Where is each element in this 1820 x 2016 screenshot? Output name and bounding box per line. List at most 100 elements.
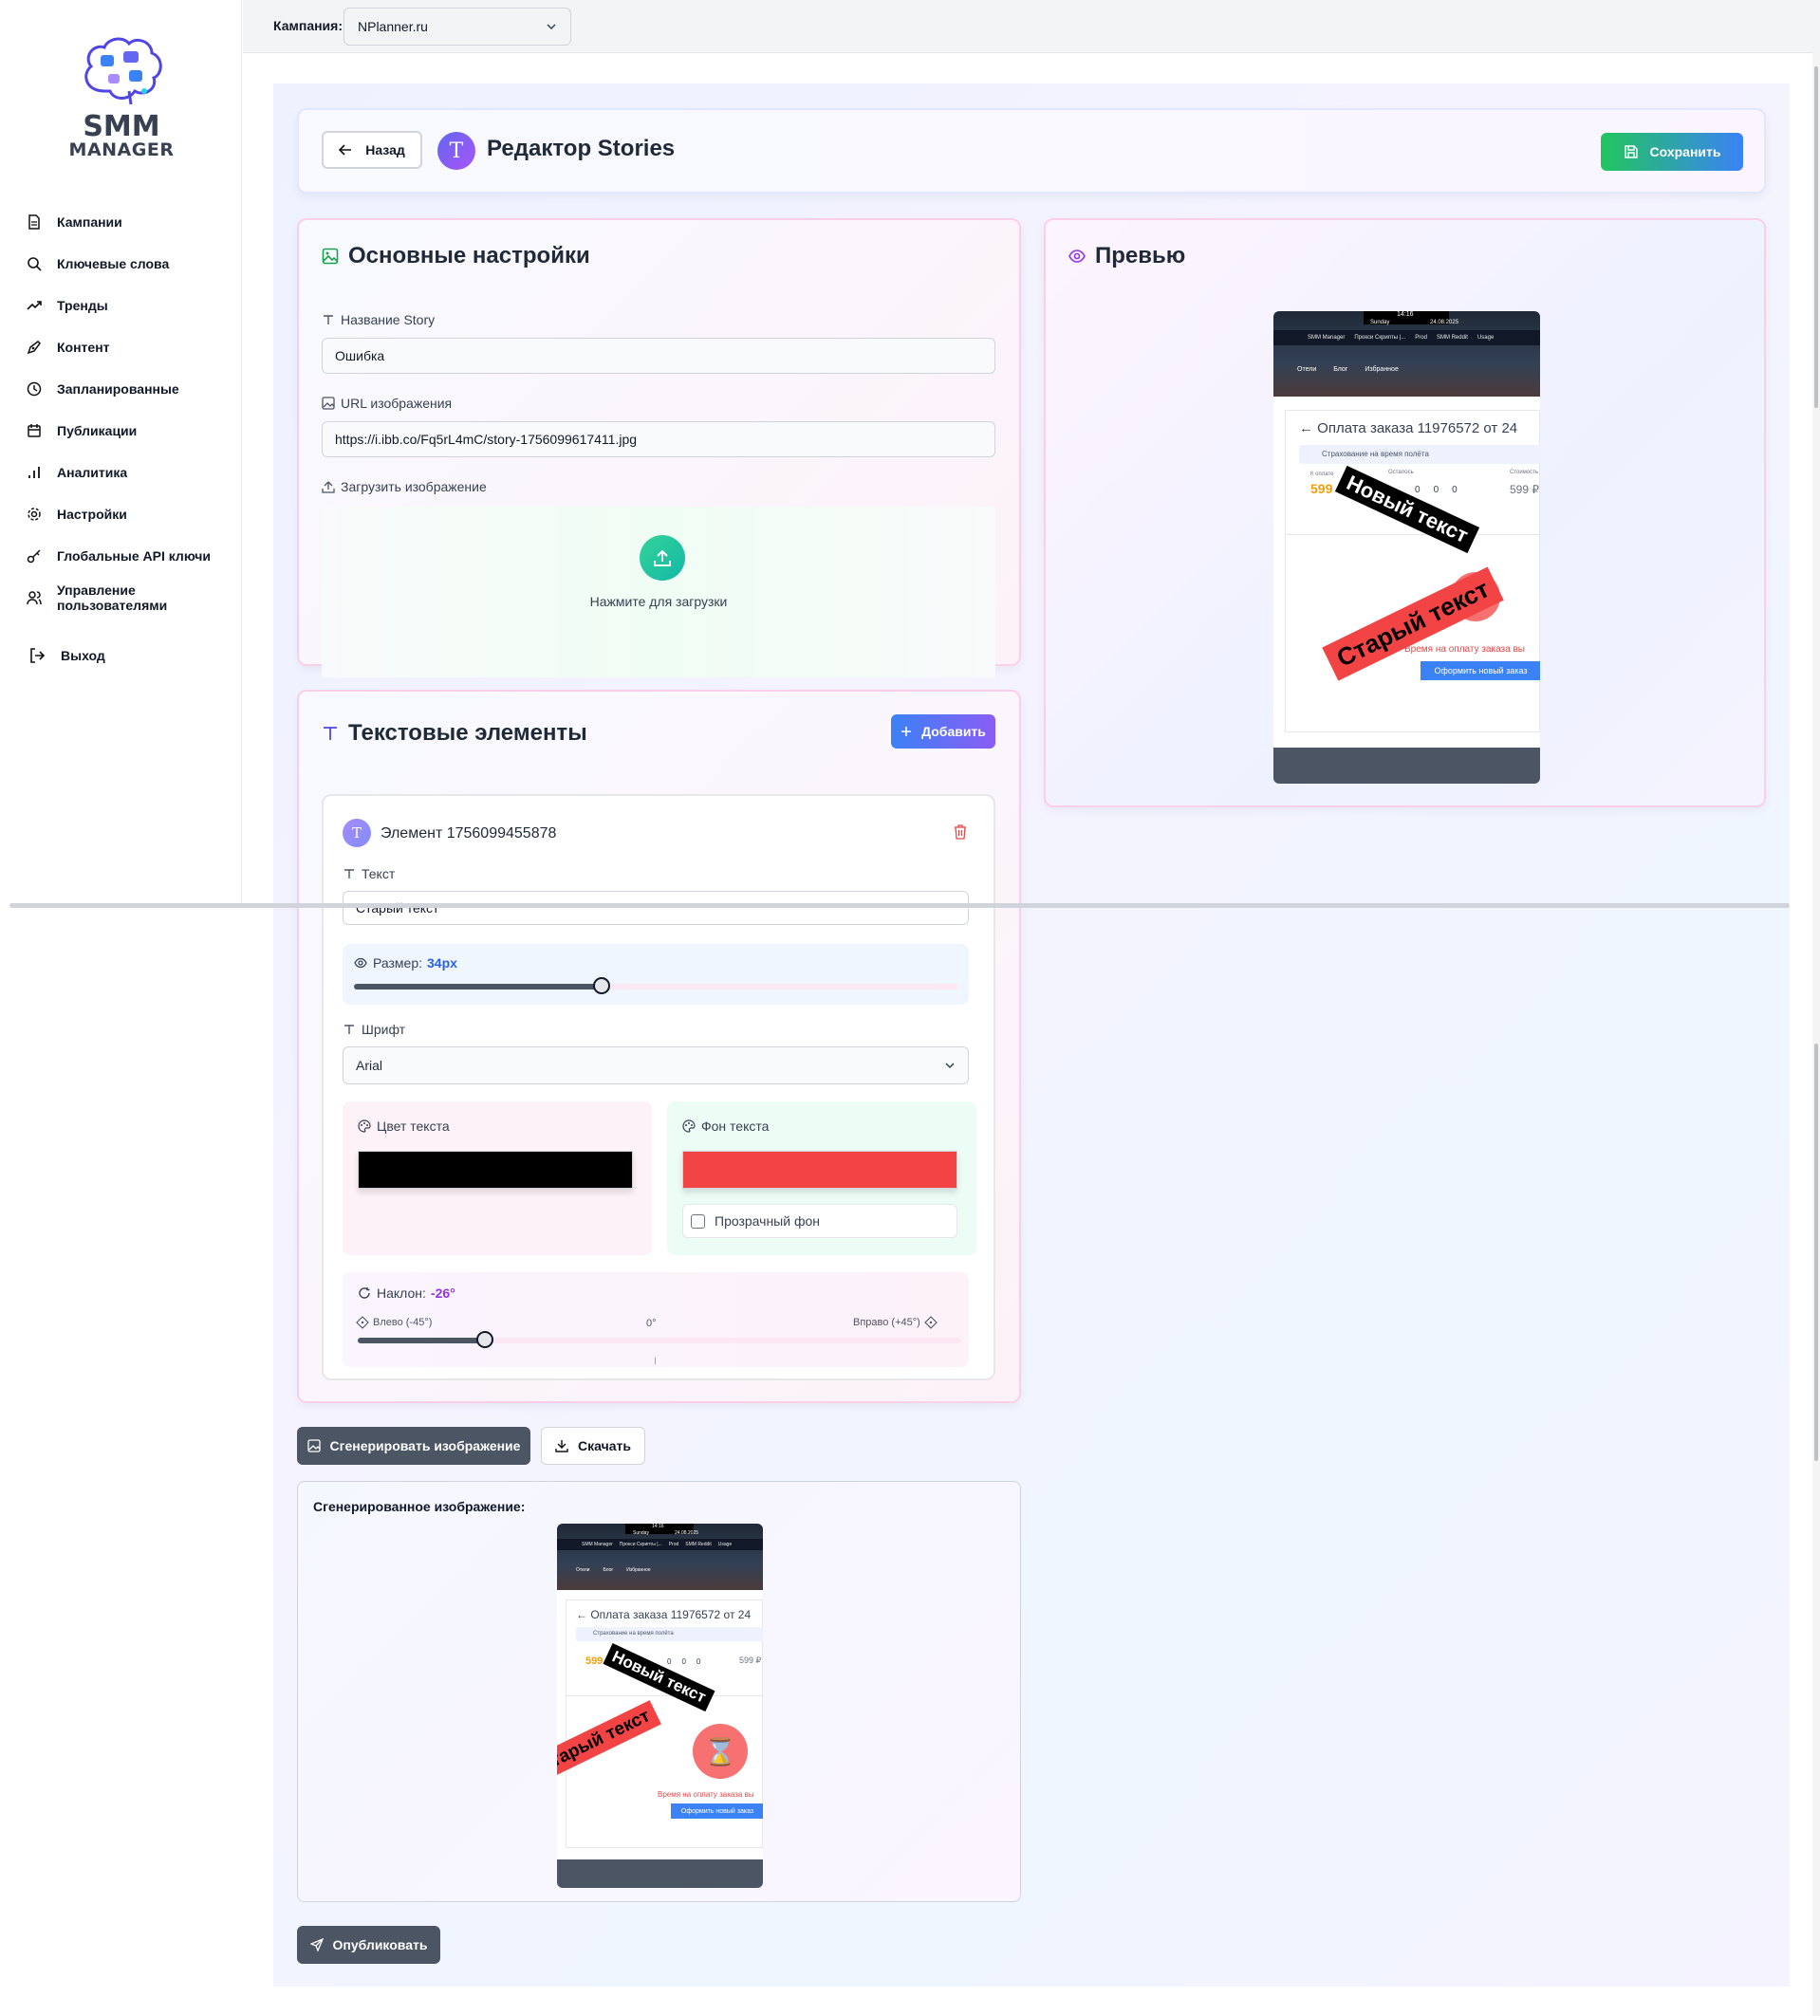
back-label: Назад (365, 142, 405, 157)
text-icon (324, 315, 333, 324)
tilt-right-label: Вправо (+45°) (853, 1317, 920, 1328)
arrow-left-icon (339, 144, 352, 156)
scrollbar-thumb[interactable] (1814, 1044, 1818, 1461)
font-select[interactable]: Arial (343, 1046, 969, 1084)
bg-color-picker[interactable] (682, 1151, 957, 1189)
basic-settings-title: Основные настройки (348, 243, 590, 268)
transparent-bg-checkbox[interactable] (691, 1213, 705, 1229)
diamond-icon (924, 1316, 938, 1329)
upload-icon (322, 481, 335, 493)
pay-value: 599 (585, 1655, 604, 1667)
chevron-down-icon (547, 24, 556, 30)
image-url-input[interactable]: https://i.ibb.co/Fq5rL4mC/story-17560996… (322, 421, 995, 457)
insurance-row: Страхование на время полёта (576, 1627, 763, 1641)
sidebar-item-content[interactable]: Контент (27, 326, 245, 368)
tilt-left-label: Влево (-45°) (373, 1317, 433, 1328)
generate-image-button[interactable]: Сгенерировать изображение (297, 1427, 530, 1465)
insurance-row: Страхование на время полёта (1299, 445, 1540, 464)
timeout-text: Время на оплату заказа вы (658, 1790, 754, 1799)
sidebar-item-label: Ключевые слова (57, 256, 170, 271)
upload-label-row: Загрузить изображение (322, 479, 487, 494)
image-url-label: URL изображения (341, 396, 453, 411)
pay-value: 599 (1310, 481, 1333, 496)
clock-icon (27, 381, 42, 397)
site-nav-item: Избранное (626, 1567, 651, 1573)
scrollbar-thumb[interactable] (1814, 66, 1818, 408)
order-title-text: Оплата заказа 11976572 от 24 (590, 1608, 752, 1621)
sidebar-item-settings[interactable]: Настройки (27, 493, 245, 535)
sidebar-item-users[interactable]: Управление пользователями (27, 577, 245, 619)
size-label: Размер: (373, 955, 423, 971)
pay-label: К оплате (1310, 472, 1334, 477)
sidebar-item-api-keys[interactable]: Глобальные API ключи (27, 535, 245, 577)
sidebar-item-analytics[interactable]: Аналитика (27, 452, 245, 493)
sidebar-item-trends[interactable]: Тренды (27, 285, 245, 326)
order-title-text: Оплата заказа 11976572 от 24 (1317, 420, 1518, 436)
rotate-icon (359, 1287, 370, 1299)
sidebar-nav: Кампании Ключевые слова Тренды Контент З… (27, 201, 245, 619)
order-title: ← Оплата заказа 11976572 от 24 (576, 1608, 752, 1621)
tilt-value: -26° (430, 1285, 455, 1301)
generate-image-label: Сгенерировать изображение (329, 1438, 521, 1453)
tilt-slider-thumb[interactable] (475, 1331, 493, 1348)
element-text-input[interactable]: Старый текст (343, 891, 969, 925)
image-icon (322, 248, 339, 265)
story-name-label: Название Story (341, 312, 436, 327)
element-title: Элемент 1756099455878 (381, 825, 557, 842)
upload-label: Загрузить изображение (341, 479, 487, 494)
sidebar-item-publications[interactable]: Публикации (27, 410, 245, 452)
browser-tabs: SMM Manager Прокси Скрипты |... Prod SMM… (557, 1539, 763, 1550)
bg-color-label: Фон текста (701, 1119, 770, 1134)
sidebar-item-keywords[interactable]: Ключевые слова (27, 243, 245, 285)
sidebar: SMM MANAGER Кампании Ключевые слова Трен… (0, 0, 242, 903)
tilt-left-label-row: Влево (-45°) (356, 1316, 432, 1329)
font-label: Шрифт (362, 1022, 406, 1037)
size-slider[interactable] (354, 977, 957, 994)
save-icon (1624, 145, 1638, 158)
diamond-icon (356, 1316, 369, 1329)
download-label: Скачать (578, 1438, 631, 1453)
sidebar-item-label: Контент (57, 340, 110, 355)
text-color-picker[interactable] (358, 1151, 633, 1189)
site-nav-item: Отели (576, 1567, 590, 1573)
sidebar-item-campaigns[interactable]: Кампании (27, 201, 245, 243)
logout-button[interactable]: Выход (28, 647, 105, 664)
download-button[interactable]: Скачать (541, 1427, 645, 1465)
story-name-input[interactable]: Ошибка (322, 338, 995, 374)
app-logo[interactable]: SMM MANAGER (68, 34, 175, 159)
upload-dropzone[interactable]: Нажмите для загрузки (322, 507, 995, 677)
trash-icon[interactable] (954, 824, 967, 840)
save-button[interactable]: Сохранить (1601, 133, 1743, 171)
preview-card: Превью 14:16 Sunday 24.08.2025 SMM Manag… (1044, 218, 1766, 807)
sidebar-item-scheduled[interactable]: Запланированные (27, 368, 245, 410)
upload-button[interactable] (640, 535, 685, 581)
tilt-slider-fill (358, 1338, 485, 1343)
order-page: ← Оплата заказа 11976572 от 24 Страхован… (566, 1600, 763, 1848)
sidebar-item-label: Кампании (57, 214, 122, 230)
top-bar: Кампания: NPlanner.ru (243, 0, 1814, 53)
send-icon (309, 1938, 324, 1951)
trending-icon (27, 301, 42, 310)
sidebar-item-label: Запланированные (57, 381, 179, 397)
page-scrollbar[interactable] (1812, 0, 1820, 2016)
add-element-button[interactable]: Добавить (891, 714, 995, 749)
campaign-select[interactable]: NPlanner.ru (344, 8, 571, 46)
transparent-bg-toggle[interactable]: Прозрачный фон (682, 1204, 957, 1238)
order-title: ← Оплата заказа 11976572 от 24 (1299, 420, 1518, 436)
browser-tab: Prod (668, 1542, 679, 1547)
size-slider-thumb[interactable] (592, 977, 610, 994)
publish-button[interactable]: Опубликовать (297, 1926, 440, 1964)
upload-hint: Нажмите для загрузки (589, 594, 728, 609)
status-day: Sunday (633, 1530, 649, 1536)
sidebar-item-label: Настройки (57, 507, 127, 522)
brain-logo-icon (84, 37, 162, 105)
bar-chart-icon (28, 467, 40, 478)
site-nav-item: Блог (1333, 366, 1348, 373)
browser-tabs: SMM Manager Прокси Скрипты |... Prod SMM… (1273, 330, 1540, 345)
order-page: ← Оплата заказа 11976572 от 24 Страхован… (1285, 410, 1540, 732)
back-button[interactable]: Назад (322, 131, 422, 169)
tilt-slider[interactable] (358, 1331, 961, 1348)
basic-settings-title-row: Основные настройки (322, 243, 590, 269)
story-browser-header: 14:16 Sunday 24.08.2025 SMM Manager Прок… (557, 1524, 763, 1590)
text-icon (344, 869, 354, 879)
